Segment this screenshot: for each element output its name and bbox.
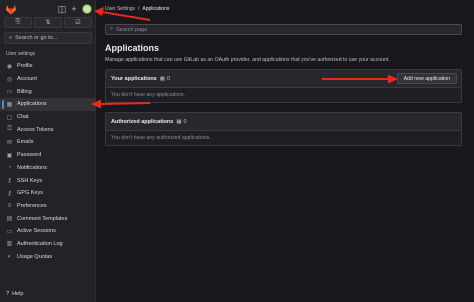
sidebar-item-label: Comment Templates (17, 215, 68, 222)
search-or-go-button[interactable]: ⌕ Search or go to... (4, 32, 92, 44)
sidebar-item-authentication-log[interactable]: ▥ Authentication Log (0, 238, 96, 251)
comment-icon: ▤ (6, 216, 13, 223)
sidebar-item-password[interactable]: ▣ Password (0, 149, 96, 162)
sidebar-item-label: Account (17, 76, 37, 83)
search-icon: ⌕ (110, 26, 114, 32)
sidebar-nav: ◉ Profile ◎ Account ▭ Billing ▦ Applications… (0, 60, 96, 263)
your-applications-empty: You don't have any applications. (111, 92, 186, 98)
profile-icon: ◉ (6, 63, 13, 70)
lock-icon: ▣ (6, 152, 13, 159)
todo-button[interactable]: ☑ (64, 17, 92, 28)
authorized-count: ▦ 0 (176, 118, 187, 125)
sidebar-item-chat[interactable]: ▢ Chat (0, 111, 96, 124)
sidebar-item-preferences[interactable]: ≡ Preferences (0, 200, 96, 213)
sidebar-item-billing[interactable]: ▭ Billing (0, 85, 96, 98)
account-icon: ◎ (6, 76, 13, 83)
search-icon: ⌕ (9, 34, 13, 41)
sidebar-item-label: SSH Keys (17, 177, 43, 184)
add-new-application-button[interactable]: Add new application (396, 73, 457, 84)
sidebar-item-label: Authentication Log (17, 240, 63, 247)
key-icon: ⚷ (7, 178, 12, 185)
quick-actions: ⎘ ⇅ ☑ (4, 17, 92, 28)
breadcrumb-parent[interactable]: User Settings (105, 6, 135, 12)
sidebar-item-label: Active Sessions (17, 228, 56, 235)
monitor-icon: ▭ (6, 228, 13, 235)
sidebar-item-label: Billing (17, 88, 32, 95)
plus-icon[interactable]: + (69, 4, 79, 14)
app-count: ▦ 0 (159, 75, 171, 82)
authorized-applications-header: Authorized applications ▦ 0 (106, 113, 461, 131)
main-content: User Settings / Applications ⌕ Search pa… (96, 0, 474, 302)
sidebar-item-label: Access Tokens (17, 126, 54, 133)
sidebar-item-ssh-keys[interactable]: ⚷ SSH Keys (0, 174, 96, 187)
issues-icon: ⎘ (15, 19, 21, 25)
search-page-input[interactable]: ⌕ Search page (105, 24, 462, 35)
sidebar-item-label: Password (17, 152, 42, 159)
authorized-applications-card: Authorized applications ▦ 0 You don't ha… (105, 112, 462, 146)
page-title: Applications (105, 43, 160, 53)
preferences-icon: ≡ (7, 202, 12, 209)
applications-icon: ▦ (159, 75, 165, 82)
key-icon: ⚷ (7, 190, 12, 197)
email-icon: ✉ (6, 139, 13, 146)
sidebar-item-account[interactable]: ◎ Account (0, 73, 96, 86)
applications-icon: ▦ (6, 101, 13, 108)
breadcrumb-current[interactable]: Applications (142, 6, 169, 12)
sidebar-item-active-sessions[interactable]: ▭ Active Sessions (0, 225, 96, 238)
gitlab-logo[interactable] (5, 4, 17, 15)
your-applications-card: Your applications ▦ 0 Add new applicatio… (105, 69, 462, 103)
breadcrumb-separator: / (138, 6, 140, 12)
sidebar-toggle-icon[interactable]: ◫ (57, 4, 67, 14)
todo-icon: ☑ (75, 20, 81, 26)
merge-request-icon: ⇅ (45, 20, 51, 26)
merge-requests-button[interactable]: ⎘ (4, 17, 32, 28)
sidebar-item-label: Notifications (17, 164, 47, 171)
sidebar-item-gpg-keys[interactable]: ⚷ GPG Keys (0, 187, 96, 200)
sidebar-item-label: Profile (17, 63, 33, 70)
sidebar-item-profile[interactable]: ◉ Profile (0, 60, 96, 73)
token-icon: ⚿ (7, 126, 12, 133)
question-icon: ? (6, 291, 10, 297)
sidebar-item-label: GPG Keys (17, 190, 43, 197)
applications-icon: ▦ (176, 118, 182, 125)
sidebar-item-label: Applications (17, 101, 47, 108)
help-button[interactable]: ? Help (6, 291, 23, 297)
authorized-applications-empty: You don't have any authorized applicatio… (111, 135, 211, 141)
sidebar-item-label: Usage Quotas (17, 253, 53, 260)
avatar[interactable] (82, 4, 92, 14)
quota-icon: ◐ (7, 253, 12, 260)
search-or-go-label: Search or go to... (15, 35, 58, 41)
sidebar-item-label: Preferences (17, 202, 47, 209)
sidebar-item-comment-templates[interactable]: ▤ Comment Templates (0, 212, 96, 225)
sidebar-item-applications[interactable]: ▦ Applications (0, 98, 96, 111)
page-description: Manage applications that can use GitLab … (105, 57, 390, 63)
chat-icon: ▢ (6, 114, 13, 121)
help-label: Help (12, 291, 24, 297)
your-applications-header: Your applications ▦ 0 Add new applicatio… (106, 70, 461, 88)
sidebar-item-emails[interactable]: ✉ Emails (0, 136, 96, 149)
merge-requests-shortcut[interactable]: ⇅ (34, 17, 62, 28)
log-icon: ▥ (6, 241, 13, 248)
sidebar-item-label: Emails (17, 139, 34, 146)
bell-icon: ◔ (7, 164, 12, 171)
sidebar-item-access-tokens[interactable]: ⚿ Access Tokens (0, 123, 96, 136)
sidebar-item-usage-quotas[interactable]: ◐ Usage Quotas (0, 250, 96, 263)
your-applications-title: Your applications (111, 75, 157, 82)
billing-icon: ▭ (6, 89, 13, 96)
section-label: User settings (6, 51, 36, 57)
authorized-applications-title: Authorized applications (111, 118, 174, 125)
sidebar: ◫ + ⎘ ⇅ ☑ ⌕ Search or go to... User sett… (0, 0, 96, 302)
sidebar-item-label: Chat (17, 114, 29, 121)
sidebar-item-notifications[interactable]: ◔ Notifications (0, 162, 96, 175)
breadcrumb: User Settings / Applications (105, 6, 169, 12)
search-placeholder: Search page (116, 26, 148, 33)
